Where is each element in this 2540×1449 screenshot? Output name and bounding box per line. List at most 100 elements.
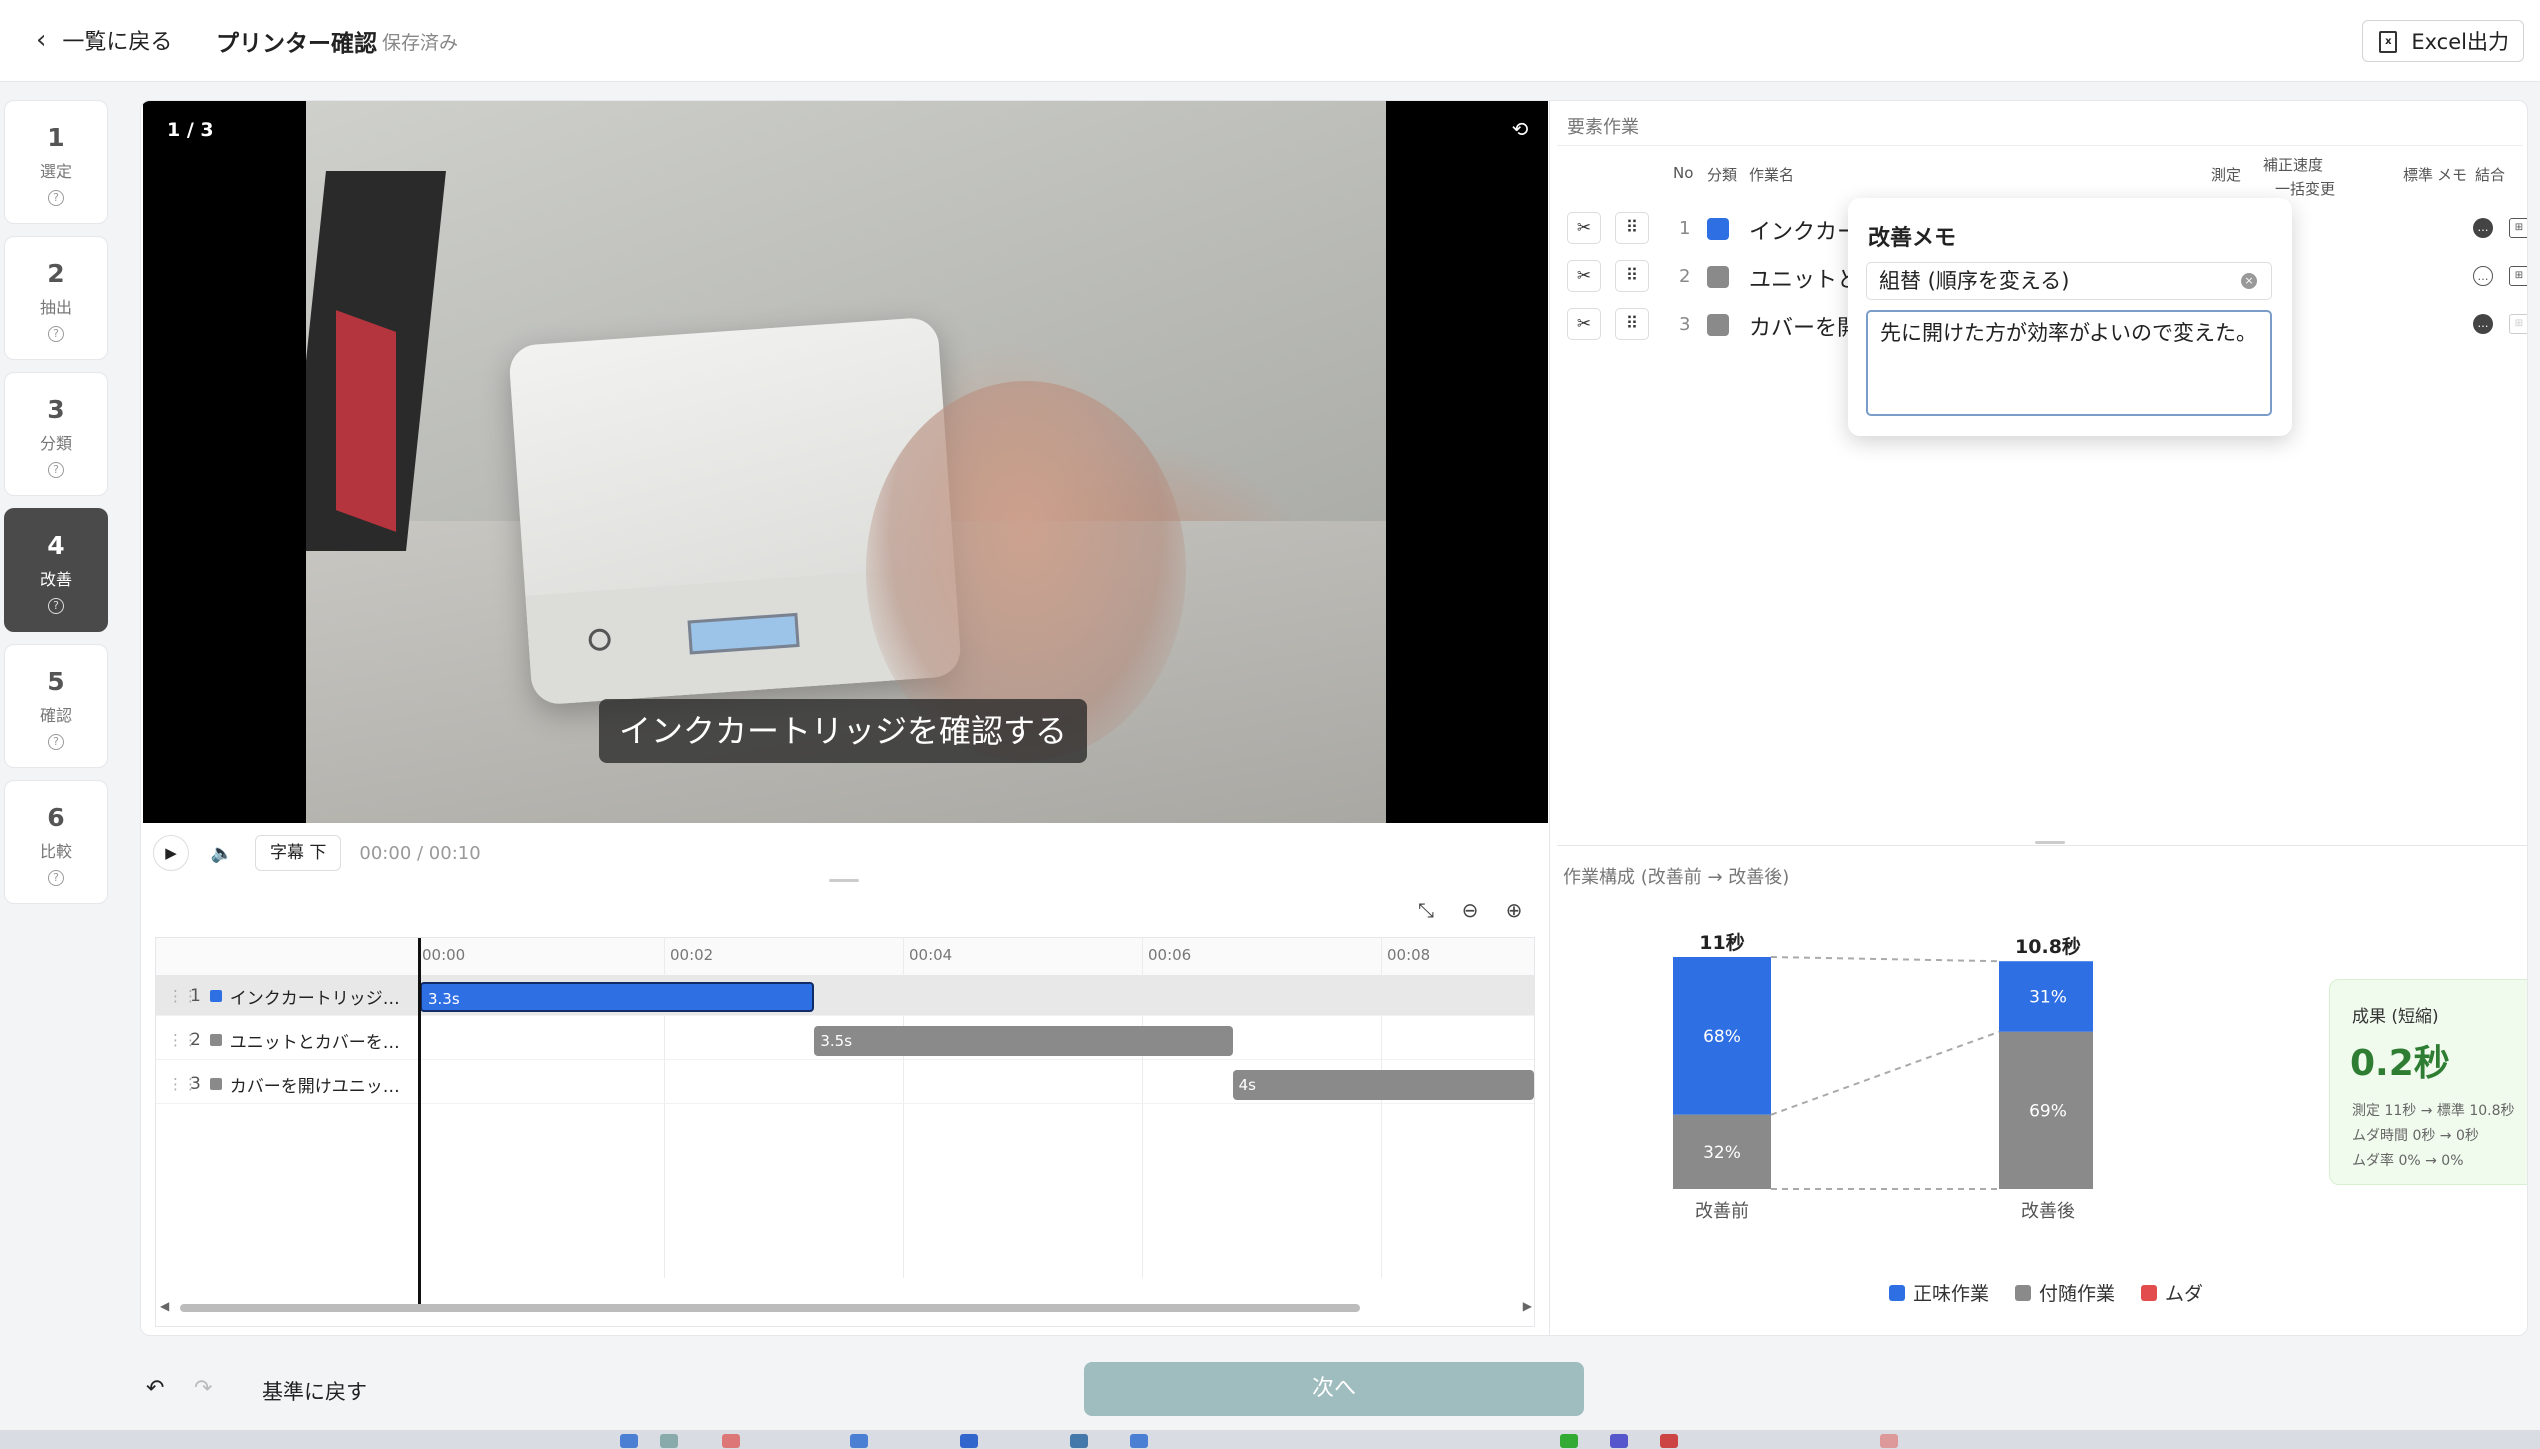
timeline-scrollbar[interactable]: ◀ ▶ <box>160 1299 1532 1314</box>
excel-export-button[interactable]: x Excel出力 <box>2362 20 2524 62</box>
improvement-type-select[interactable]: 組替 (順序を変える) × <box>1866 262 2272 300</box>
col-header-standard: 標準 <box>2403 166 2434 184</box>
element-number: 3 <box>1679 314 1691 335</box>
improvement-memo-popover: 改善メモ 組替 (順序を変える) × <box>1848 198 2292 436</box>
memo-icon[interactable]: … <box>2473 266 2493 286</box>
scrollbar-thumb[interactable] <box>180 1304 1360 1312</box>
memo-icon[interactable]: … <box>2473 314 2493 334</box>
row-number: 3 <box>190 1074 201 1094</box>
memo-icon[interactable]: … <box>2473 218 2493 238</box>
col-header-memo: メモ <box>2437 166 2468 184</box>
timeline-row[interactable]: ⋮⋮ 3 カバーを開けユニットを持ち上げる 4s <box>156 1064 1534 1104</box>
category-swatch[interactable] <box>1707 218 1729 240</box>
resize-handle[interactable] <box>829 879 859 882</box>
step-4[interactable]: 4 改善 ? <box>4 508 108 632</box>
connector-line <box>1770 956 2000 963</box>
page-title: プリンター確認 <box>216 31 377 57</box>
taskbar-app-icon[interactable] <box>660 1434 678 1448</box>
help-icon[interactable]: ? <box>48 870 64 886</box>
subtitle-position-button[interactable]: 字幕 下 <box>255 835 342 871</box>
timeline-bar[interactable]: 4s <box>1232 1070 1534 1100</box>
step-number: 1 <box>47 123 65 152</box>
taskbar-app-icon[interactable] <box>850 1434 868 1448</box>
help-icon[interactable]: ? <box>48 734 64 750</box>
scissors-icon: ✂ <box>1576 266 1592 286</box>
timeline-row[interactable]: ⋮⋮ 1 インクカートリッジを確認する 3.3s <box>156 976 1534 1016</box>
join-icon[interactable]: ⊞ <box>2509 218 2527 238</box>
taskbar-app-icon[interactable] <box>620 1434 638 1448</box>
taskbar-app-icon[interactable] <box>1610 1434 1628 1448</box>
taskbar-app-icon[interactable] <box>1660 1434 1678 1448</box>
scroll-left-icon[interactable]: ◀ <box>160 1299 169 1313</box>
composition-chart: 68% 32% 11秒改善前 31% 69% 10.8秒改善後 <box>1673 931 2093 1222</box>
segment-label: 68% <box>1703 1027 1741 1047</box>
excel-export-label: Excel出力 <box>2411 30 2509 54</box>
step-label: 選定 <box>39 162 72 181</box>
playhead[interactable] <box>418 938 421 1308</box>
help-icon[interactable]: ? <box>48 462 64 478</box>
play-button[interactable]: ▶ <box>153 835 189 871</box>
drag-handle-icon[interactable]: ⋮⋮ <box>168 1075 198 1093</box>
help-icon[interactable]: ? <box>48 190 64 206</box>
drag-handle-icon[interactable]: ⋮⋮ <box>168 1031 198 1049</box>
step-6[interactable]: 6 比較 ? <box>4 780 108 904</box>
scroll-right-icon[interactable]: ▶ <box>1523 1299 1532 1313</box>
help-icon[interactable]: ? <box>48 326 64 342</box>
fit-icon[interactable]: ⤡ <box>1413 897 1439 923</box>
rotate-icon[interactable]: ⟲ <box>1508 117 1532 141</box>
section-divider <box>1557 845 2527 846</box>
step-5[interactable]: 5 確認 ? <box>4 644 108 768</box>
timeline-row[interactable]: ⋮⋮ 2 ユニットとカバーを閉じる 3.5s <box>156 1020 1534 1060</box>
volume-icon: 🔈 <box>210 842 234 864</box>
category-swatch[interactable] <box>1707 314 1729 336</box>
reset-to-baseline-button[interactable]: 基準に戻す <box>262 1376 367 1406</box>
category-swatch[interactable] <box>1707 266 1729 288</box>
zoom-out-icon[interactable]: ⊖ <box>1457 897 1483 923</box>
redo-icon[interactable]: ↷ <box>194 1376 212 1401</box>
zoom-in-icon[interactable]: ⊕ <box>1501 897 1527 923</box>
timeline-bar[interactable]: 3.5s <box>814 1026 1233 1056</box>
segment-label: 69% <box>2029 1101 2067 1121</box>
col-header-rate-bulk[interactable]: 一括変更 <box>2275 178 2335 199</box>
taskbar-app-icon[interactable] <box>1070 1434 1088 1448</box>
step-nav: 1 選定 ? 2 抽出 ? 3 分類 ? 4 改善 ? 5 確認 ? 6 比較 … <box>4 100 110 916</box>
undo-icon[interactable]: ↶ <box>146 1376 164 1401</box>
result-detail: ムダ時間 0秒 → 0秒 <box>2352 1128 2479 1144</box>
step-3[interactable]: 3 分類 ? <box>4 372 108 496</box>
drag-handle-icon[interactable]: ⋮⋮ <box>168 987 198 1005</box>
memo-textarea[interactable] <box>1866 310 2272 416</box>
element-number: 1 <box>1679 218 1691 239</box>
next-button[interactable]: 次へ <box>1084 1362 1584 1416</box>
taskbar-app-icon[interactable] <box>722 1434 740 1448</box>
segment-label: 32% <box>1703 1143 1741 1163</box>
row-name: カバーを開けユニットを持ち上げる <box>229 1076 406 1097</box>
scissors-icon: ✂ <box>1576 218 1592 238</box>
drag-handle-button[interactable]: ⠿ <box>1615 260 1649 292</box>
taskbar-app-icon[interactable] <box>1560 1434 1578 1448</box>
video-player[interactable]: 1 / 3 ⟲ インクカートリッジを確認する <box>143 101 1548 823</box>
drag-handle-button[interactable]: ⠿ <box>1615 212 1649 244</box>
taskbar-app-icon[interactable] <box>1880 1434 1898 1448</box>
back-to-list-button[interactable]: ‹ 一覧に戻る <box>36 24 172 56</box>
taskbar-app-icon[interactable] <box>1130 1434 1148 1448</box>
legend-item: 付随作業 <box>2015 1279 2115 1306</box>
join-icon[interactable]: ⊞ <box>2509 266 2527 286</box>
step-label: 抽出 <box>39 298 72 317</box>
step-1[interactable]: 1 選定 ? <box>4 100 108 224</box>
row-name: ユニットとカバーを閉じる <box>229 1032 406 1053</box>
step-2[interactable]: 2 抽出 ? <box>4 236 108 360</box>
split-button[interactable]: ✂ <box>1567 260 1601 292</box>
help-icon[interactable]: ? <box>48 598 64 614</box>
clear-icon[interactable]: × <box>2241 273 2257 289</box>
split-button[interactable]: ✂ <box>1567 212 1601 244</box>
row-number: 2 <box>190 1030 201 1050</box>
split-button[interactable]: ✂ <box>1567 308 1601 340</box>
os-taskbar <box>0 1430 2540 1449</box>
back-label: 一覧に戻る <box>62 30 173 55</box>
volume-button[interactable]: 🔈 <box>207 835 237 871</box>
drag-handle-button[interactable]: ⠿ <box>1615 308 1649 340</box>
timeline-bar[interactable]: 3.3s <box>420 982 815 1012</box>
taskbar-app-icon[interactable] <box>960 1434 978 1448</box>
resize-handle[interactable] <box>2035 841 2065 844</box>
elements-section-title: 要素作業 <box>1567 117 1639 138</box>
